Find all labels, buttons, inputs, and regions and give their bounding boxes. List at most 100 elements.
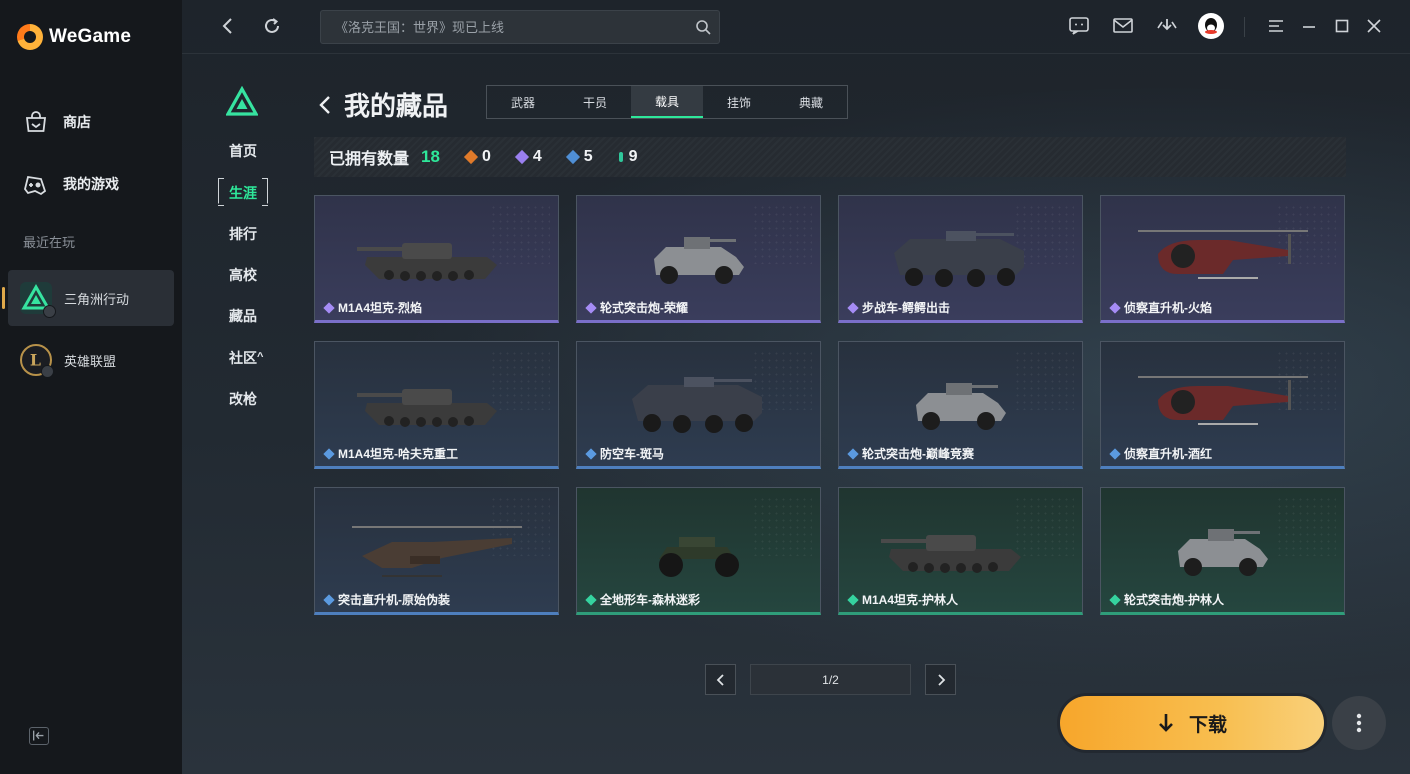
vehicle-name: 全地形车-森林迷彩 (600, 593, 700, 607)
vehicle-image (315, 360, 558, 450)
tab-vehicles[interactable]: 载具 (631, 86, 703, 118)
tab-charms[interactable]: 挂饰 (703, 86, 775, 118)
vehicle-card[interactable]: M1A4坦克-烈焰 (314, 195, 559, 323)
vehicle-name-row: 轮式突击炮-护林人 (1109, 591, 1224, 608)
vehicle-image (839, 214, 1082, 304)
subnav-item-home[interactable]: 首页 (229, 141, 257, 161)
vehicle-image (1101, 360, 1344, 450)
minimize-icon[interactable] (1297, 14, 1321, 38)
rarity-gem-icon (585, 593, 597, 606)
rarity-gem-icon (1109, 301, 1121, 314)
subnav-item-career[interactable]: 生涯 (229, 183, 257, 203)
vehicle-card[interactable]: 侦察直升机-酒红 (1100, 341, 1345, 469)
vehicle-name: 侦察直升机-酒红 (1124, 447, 1212, 461)
vehicle-card[interactable]: 侦察直升机-火焰 (1100, 195, 1345, 323)
vehicle-name: M1A4坦克-烈焰 (338, 301, 423, 315)
vehicle-image (839, 360, 1082, 450)
sidebar-item-shop[interactable]: 商店 (23, 109, 91, 135)
vehicle-name-row: 突击直升机-原始伪装 (323, 591, 450, 608)
delta-force-logo-icon[interactable] (225, 85, 259, 118)
vehicle-name: 轮式突击炮-护林人 (1124, 593, 1224, 607)
back-icon[interactable] (216, 14, 240, 38)
page-indicator: 1/2 (750, 664, 911, 695)
vehicle-collection-grid: M1A4坦克-烈焰 轮式突击炮-荣耀 步战车-鳄鳄出击 侦察直升机-火焰 M1A4坦克-… (314, 195, 1345, 615)
subnav-item-community[interactable]: 社区^ (229, 348, 263, 368)
vehicle-name-row: 全地形车-森林迷彩 (585, 591, 700, 608)
recent-game-league-of-legends[interactable]: L 英雄联盟 (8, 332, 174, 388)
subnav-item-ranking[interactable]: 排行 (229, 224, 257, 244)
shop-bag-icon (25, 111, 47, 132)
svg-text:L: L (30, 350, 41, 369)
vehicle-card[interactable]: 防空车-斑马 (576, 341, 821, 469)
vehicle-image (577, 214, 820, 304)
pagination: 1/2 (705, 664, 956, 695)
vehicle-card[interactable]: 轮式突击炮-巅峰竞赛 (838, 341, 1083, 469)
green-rarity-icon (618, 152, 623, 162)
left-sidebar: WeGame 商店 我的游戏 最近在玩 三角洲行动 L 英雄联盟 (0, 0, 182, 774)
back-arrow-icon[interactable] (318, 94, 332, 116)
vehicle-card[interactable]: 步战车-鳄鳄出击 (838, 195, 1083, 323)
subnav-item-college[interactable]: 高校 (229, 265, 257, 285)
rarity-gem-icon (323, 447, 335, 460)
subnav-item-gunsmith[interactable]: 改枪 (229, 389, 257, 409)
vehicle-name-row: 步战车-鳄鳄出击 (847, 299, 950, 316)
subnav-item-collection[interactable]: 藏品 (229, 306, 257, 326)
tab-collector[interactable]: 典藏 (775, 86, 847, 118)
rarity-gem-icon (585, 301, 597, 314)
vehicle-name-row: M1A4坦克-哈夫克重工 (323, 445, 458, 462)
recent-games-label: 最近在玩 (23, 235, 76, 250)
sidebar-item-my-games[interactable]: 我的游戏 (23, 171, 119, 197)
rarity-gem-icon (585, 447, 597, 460)
wegame-logo[interactable]: WeGame (17, 24, 131, 50)
download-manager-icon[interactable] (1155, 14, 1179, 38)
tab-operators[interactable]: 干员 (559, 86, 631, 118)
rarity-gem-icon (323, 593, 335, 606)
tab-weapons[interactable]: 武器 (487, 86, 559, 118)
owned-count-label: 已拥有数量 (329, 151, 410, 168)
collapse-sidebar-icon[interactable] (29, 727, 49, 745)
vehicle-card[interactable]: 轮式突击炮-荣耀 (576, 195, 821, 323)
vehicle-image (577, 360, 820, 450)
chat-icon[interactable] (1067, 14, 1091, 38)
vehicle-card[interactable]: 轮式突击炮-护林人 (1100, 487, 1345, 615)
prev-page-button[interactable] (705, 664, 736, 695)
search-icon[interactable] (695, 19, 711, 35)
maximize-icon[interactable] (1330, 14, 1354, 38)
search-input[interactable] (321, 11, 719, 43)
chevron-up-icon: ^ (257, 351, 264, 363)
download-label: 下载 (1188, 714, 1227, 736)
rarity-blue-count: 5 (565, 148, 593, 166)
owned-count-value: 18 (421, 147, 440, 166)
vehicle-card[interactable]: M1A4坦克-护林人 (838, 487, 1083, 615)
vehicle-name: 侦察直升机-火焰 (1124, 301, 1212, 315)
blue-rarity-icon (565, 149, 580, 165)
ownership-summary: 已拥有数量 18 0 4 5 9 (314, 137, 1346, 177)
main-content: 首页 生涯 排行 高校 藏品 社区^ 改枪 我的藏品 武器 干员 载具 挂饰 典… (182, 0, 1410, 774)
menu-icon[interactable] (1264, 14, 1288, 38)
vehicle-name: M1A4坦克-护林人 (862, 593, 959, 607)
next-page-button[interactable] (925, 664, 956, 695)
rarity-gem-icon (1109, 447, 1121, 460)
gamepad-icon (24, 175, 47, 196)
vehicle-name-row: M1A4坦克-护林人 (847, 591, 959, 608)
rarity-green-count: 9 (618, 148, 638, 166)
rarity-count-value: 5 (583, 148, 593, 165)
search-box[interactable] (320, 10, 720, 44)
vehicle-name-row: 侦察直升机-酒红 (1109, 445, 1212, 462)
page-title-row: 我的藏品 (318, 86, 448, 123)
download-arrow-icon (1159, 714, 1173, 732)
mail-icon[interactable] (1111, 14, 1135, 38)
vehicle-card[interactable]: 全地形车-森林迷彩 (576, 487, 821, 615)
qq-avatar-icon[interactable] (1198, 13, 1224, 39)
vehicle-card[interactable]: 突击直升机-原始伪装 (314, 487, 559, 615)
vehicle-card[interactable]: M1A4坦克-哈夫克重工 (314, 341, 559, 469)
more-options-button[interactable] (1332, 696, 1386, 750)
vehicle-name-row: 侦察直升机-火焰 (1109, 299, 1212, 316)
rarity-purple-count: 4 (514, 148, 542, 166)
vehicle-image (577, 506, 820, 596)
download-button[interactable]: 下载 (1060, 696, 1324, 750)
refresh-icon[interactable] (260, 14, 284, 38)
vehicle-image (1101, 506, 1344, 596)
close-icon[interactable] (1362, 14, 1386, 38)
recent-game-delta-force[interactable]: 三角洲行动 (2, 270, 174, 326)
